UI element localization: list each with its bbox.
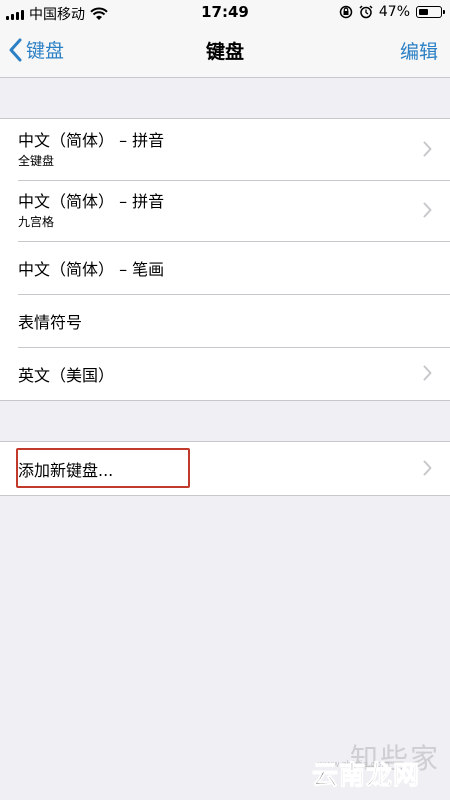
highlight-box (16, 448, 190, 488)
add-keyboard-row[interactable]: 添加新键盘... (0, 442, 450, 495)
keyboard-row-pinyin-9key[interactable]: 中文（简体） – 拼音 九宫格 (0, 180, 450, 241)
chevron-right-icon (423, 460, 432, 476)
keyboard-title: 英文（美国） (18, 366, 115, 385)
nav-bar: 键盘 键盘 编辑 (0, 26, 450, 78)
battery-fill (419, 9, 428, 15)
keyboard-row-stroke[interactable]: 中文（简体） – 笔画 (0, 241, 450, 294)
chevron-right-icon (423, 202, 432, 218)
rotation-lock-icon (339, 5, 353, 19)
keyboard-row-pinyin-full[interactable]: 中文（简体） – 拼音 全键盘 (0, 119, 450, 180)
keyboard-title: 中文（简体） – 笔画 (18, 260, 165, 279)
status-bar: 中国移动 17:49 47% (0, 0, 450, 26)
status-right: 47% (339, 4, 445, 20)
add-keyboard-group: 添加新键盘... (0, 441, 450, 496)
keyboard-row-emoji[interactable]: 表情符号 (0, 294, 450, 347)
keyboard-title: 表情符号 (18, 313, 83, 332)
keyboard-title: 中文（简体） – 拼音 (18, 131, 165, 150)
keyboard-subtitle: 全键盘 (18, 154, 55, 168)
battery-percent: 47% (378, 4, 410, 20)
chevron-right-icon (423, 365, 432, 381)
page-title: 键盘 (205, 41, 244, 63)
edit-button[interactable]: 编辑 (400, 37, 438, 64)
watermark-brand: 云南龙网 (311, 761, 420, 792)
keyboard-title: 中文（简体） – 拼音 (18, 192, 165, 211)
chevron-right-icon (423, 141, 432, 157)
keyboard-row-english-us[interactable]: 英文（美国） (0, 347, 450, 400)
keyboard-subtitle: 九宫格 (18, 215, 55, 229)
alarm-icon (359, 5, 373, 19)
keyboard-list: 中文（简体） – 拼音 全键盘 中文（简体） – 拼音 九宫格 中文（简体） –… (0, 118, 450, 401)
battery-icon (416, 6, 445, 18)
